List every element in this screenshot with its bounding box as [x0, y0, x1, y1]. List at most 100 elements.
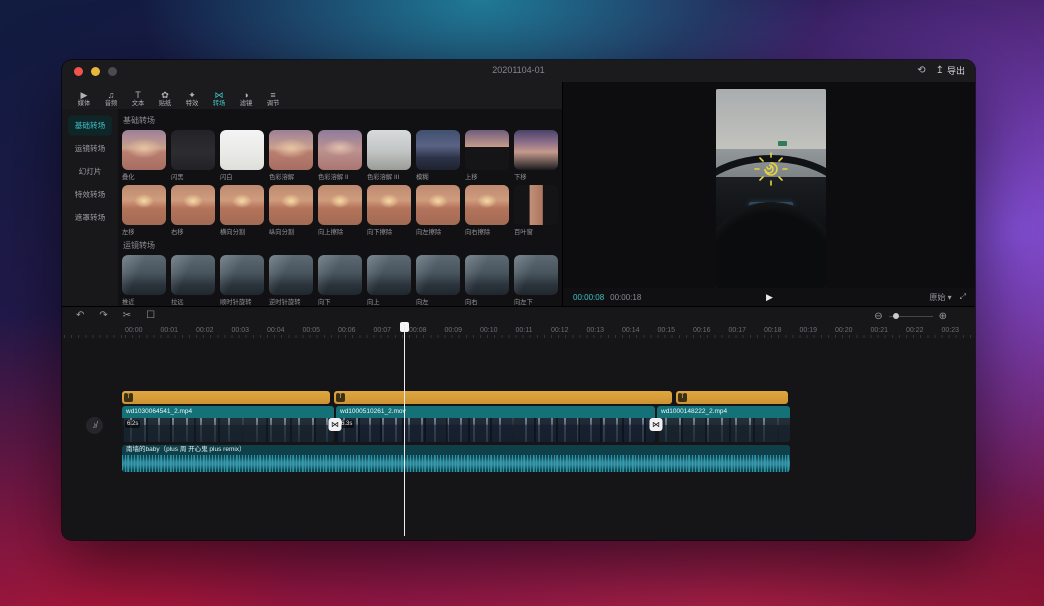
text-clip[interactable]: T	[334, 391, 672, 404]
zoom-out-icon[interactable]: ⊖	[874, 311, 882, 322]
transition-item[interactable]: 向上	[367, 255, 411, 306]
video-clip[interactable]: wd1030064541_2.mp46.2s	[122, 406, 334, 442]
transition-item[interactable]: 向右擦除	[465, 185, 509, 237]
playhead[interactable]	[404, 324, 405, 536]
toolbar-tab-audio[interactable]: ♫音频	[99, 90, 123, 108]
current-time: 00:00:08	[573, 293, 604, 302]
sidebar-item-3[interactable]: 特效转场	[68, 185, 112, 205]
play-button[interactable]: ▶	[766, 292, 773, 303]
ruler-tick: 00:14	[622, 327, 640, 334]
split-button[interactable]: ✂	[123, 307, 131, 325]
transition-item[interactable]: 右移	[171, 185, 215, 237]
toolbar-tab-label: 媒体	[78, 100, 91, 107]
video-clip-filmstrip	[336, 418, 655, 442]
transition-item[interactable]: 模糊	[416, 130, 460, 182]
toolbar-tab-filter[interactable]: ◑滤镜	[234, 90, 258, 108]
zoom-slider-knob[interactable]	[893, 313, 899, 319]
transition-label: 横向分割	[220, 228, 260, 237]
transition-thumbnail	[416, 130, 460, 170]
sidebar-item-1[interactable]: 运镜转场	[68, 139, 112, 159]
transition-item[interactable]: 向左擦除	[416, 185, 460, 237]
ruler-tick: 00:13	[587, 327, 605, 334]
video-clip[interactable]: wd1000510261_2.mov6.3s	[336, 406, 655, 442]
audio-clip[interactable]: 南墙的baby（plus 周 开心鬼 plus remix）	[122, 445, 790, 472]
transition-item[interactable]: 推近	[122, 255, 166, 306]
transition-item[interactable]: 逆时针旋转	[269, 255, 313, 306]
preview-video[interactable]	[716, 89, 826, 288]
transition-item[interactable]: 向下擦除	[367, 185, 411, 237]
video-clip-filename: wd1000510261_2.mov	[336, 406, 655, 418]
transition-item[interactable]: 叠化	[122, 130, 166, 182]
canvas-ratio-dropdown[interactable]: 原始 ▾	[929, 292, 951, 303]
section-header: 基础转场	[123, 115, 562, 126]
transition-item[interactable]: 顺时针旋转	[220, 255, 264, 306]
sidebar-item-4[interactable]: 遮罩转场	[68, 208, 112, 228]
video-clip-filename: wd1030064541_2.mp4	[122, 406, 334, 418]
transition-indicator[interactable]: ⋈	[650, 418, 663, 431]
app-window: 20201104-01 ⟲ ↥导出 ▶媒体♫音频T文本✿贴纸✦特效⋈转场◑滤镜≡…	[62, 60, 975, 540]
transition-thumbnail	[416, 185, 460, 225]
toolbar-tab-text[interactable]: T文本	[126, 90, 150, 108]
transition-item[interactable]: 色彩溶解 III	[367, 130, 411, 182]
time-ruler[interactable]: 00:0000:0100:0200:0300:0400:0500:0600:07…	[62, 325, 975, 338]
text-clip[interactable]: T	[676, 391, 788, 404]
redo-button[interactable]: ↷	[99, 307, 107, 325]
transition-item[interactable]: 拉远	[171, 255, 215, 306]
transition-item[interactable]: 色彩溶解 II	[318, 130, 362, 182]
zoom-in-icon[interactable]: ⊕	[939, 311, 947, 322]
ruler-tick: 00:04	[267, 327, 285, 334]
toolbar-tab-adjust[interactable]: ≡调节	[261, 90, 285, 108]
toolbar-tab-sticker[interactable]: ✿贴纸	[153, 90, 177, 108]
toolbar-tab-label: 滤镜	[240, 100, 253, 107]
transition-thumbnail	[171, 255, 215, 295]
toolbar-tab-media[interactable]: ▶媒体	[72, 90, 96, 108]
transition-item[interactable]: 向下	[318, 255, 362, 306]
transition-thumbnail	[122, 130, 166, 170]
transition-indicator[interactable]: ⋈	[329, 418, 342, 431]
transition-item[interactable]: 向左	[416, 255, 460, 306]
transition-label: 色彩溶解 II	[318, 173, 358, 182]
video-clip[interactable]: wd1000148222_2.mp4	[657, 406, 790, 442]
preview-panel: 00:00:08 00:00:18 ▶ 原始 ▾ ⤢	[562, 82, 975, 306]
delete-button[interactable]: ☐	[146, 307, 155, 325]
text-clip[interactable]: T	[122, 391, 330, 404]
transition-item[interactable]: 闪黑	[171, 130, 215, 182]
zoom-slider[interactable]	[889, 316, 933, 317]
transition-item[interactable]: 纵向分割	[269, 185, 313, 237]
timeline-panel: ↶ ↷ ✂ ☐ ⊖ ⊕ 00:0000:0100:0200:0300:0400:050…	[62, 306, 975, 540]
ruler-tick: 00:17	[729, 327, 747, 334]
transition-category-sidebar: 基础转场运镜转场幻灯片特效转场遮罩转场	[62, 109, 118, 306]
ruler-tick: 00:06	[338, 327, 356, 334]
transition-thumbnail	[318, 185, 362, 225]
video-clip-filmstrip	[122, 418, 334, 442]
transition-thumbnail	[171, 185, 215, 225]
transition-icon: ⋈	[215, 90, 224, 100]
transition-item[interactable]: 百叶窗	[514, 185, 558, 237]
transition-item[interactable]: 向右	[465, 255, 509, 306]
transition-thumbnail	[269, 255, 313, 295]
undo-button[interactable]: ↶	[76, 307, 84, 325]
history-icon[interactable]: ⟲	[917, 65, 925, 76]
toolbar-tab-effects[interactable]: ✦特效	[180, 90, 204, 108]
transition-item[interactable]: 向上擦除	[318, 185, 362, 237]
ruler-tick: 00:19	[800, 327, 818, 334]
transition-item[interactable]: 向左下	[514, 255, 558, 306]
ruler-tick: 00:16	[693, 327, 711, 334]
transition-item[interactable]: 下移	[514, 130, 558, 182]
text-icon: T	[124, 393, 133, 402]
timeline-toolbar: ↶ ↷ ✂ ☐	[62, 307, 975, 325]
transition-item[interactable]: 左移	[122, 185, 166, 237]
thumb-row: 叠化闪黑闪白色彩溶解色彩溶解 II 色彩溶解 III模糊上移下移	[122, 130, 562, 182]
export-button[interactable]: ↥导出	[936, 64, 965, 77]
transition-item[interactable]: 闪白	[220, 130, 264, 182]
transition-item[interactable]: 上移	[465, 130, 509, 182]
sidebar-item-0[interactable]: 基础转场	[68, 116, 112, 136]
timeline-zoom-controls: ⊖ ⊕	[874, 307, 947, 325]
fullscreen-icon[interactable]: ⤢	[960, 292, 966, 302]
transition-item[interactable]: 色彩溶解	[269, 130, 313, 182]
toolbar-tab-transition[interactable]: ⋈转场	[207, 90, 231, 108]
video-clip-filename: wd1000148222_2.mp4	[657, 406, 790, 418]
sidebar-item-2[interactable]: 幻灯片	[68, 162, 112, 182]
track-mute-button[interactable]: ♪̸	[86, 417, 103, 434]
transition-item[interactable]: 横向分割	[220, 185, 264, 237]
